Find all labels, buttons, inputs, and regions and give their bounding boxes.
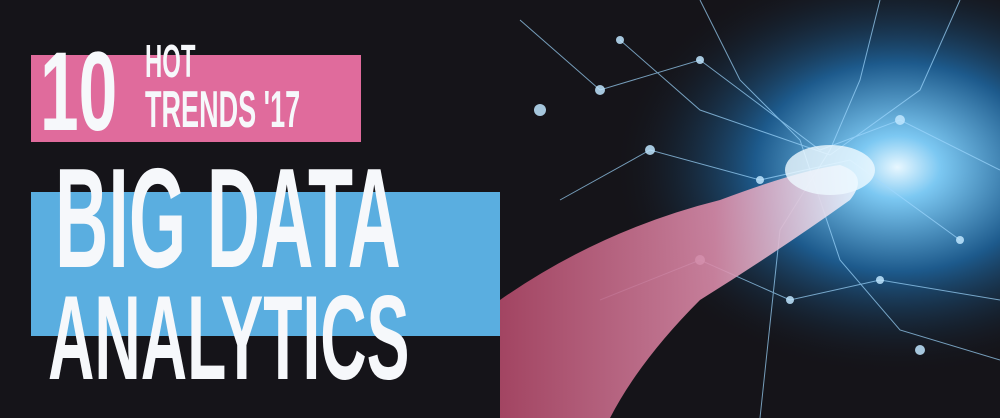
subtitle-line-2: TRENDS '17 [145, 81, 301, 139]
title-line-1: BIG DATA [55, 139, 401, 298]
trend-count: 10 [40, 29, 118, 154]
subtitle-line-1: HOT [145, 35, 196, 87]
title-line-2: ANALYTICS [48, 271, 410, 405]
